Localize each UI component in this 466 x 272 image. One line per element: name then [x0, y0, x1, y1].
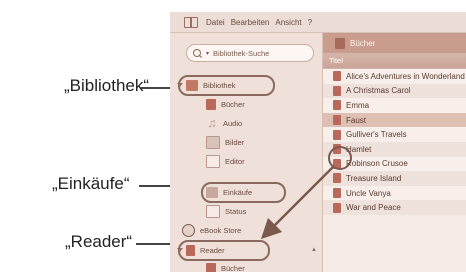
drag-arrow-line — [268, 167, 333, 232]
drag-source-circle — [329, 147, 351, 169]
drag-arrow-overlay — [0, 0, 466, 269]
